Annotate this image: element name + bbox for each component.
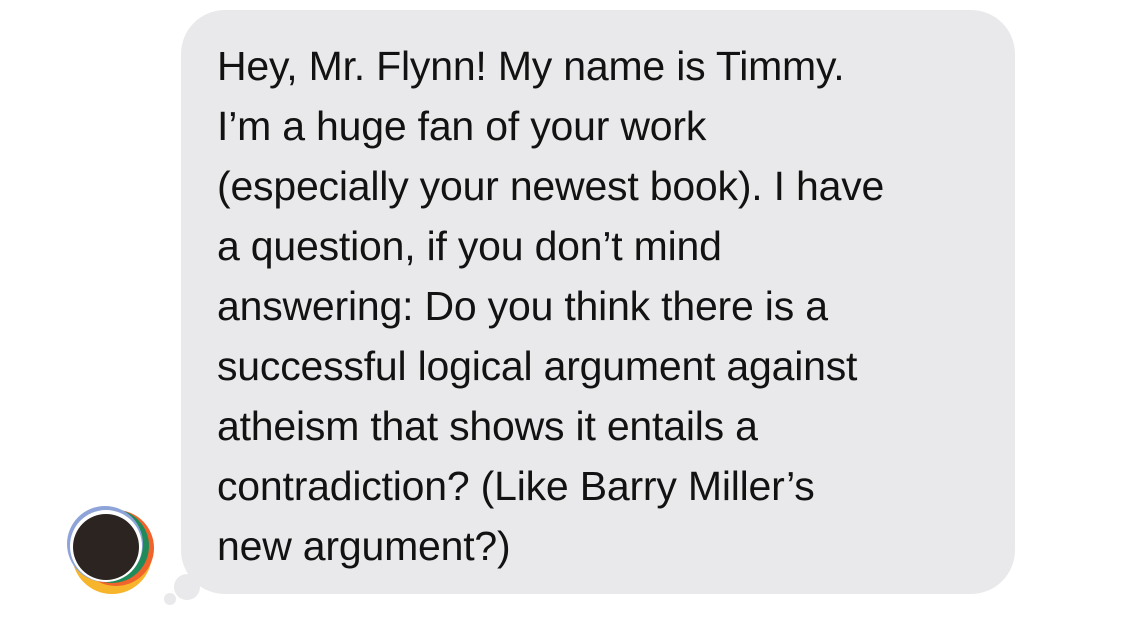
received-message-bubble[interactable]: Hey, Mr. Flynn! My name is Timmy. I’m a … bbox=[181, 10, 1015, 594]
message-text: Hey, Mr. Flynn! My name is Timmy. I’m a … bbox=[217, 43, 885, 569]
message-thread: Hey, Mr. Flynn! My name is Timmy. I’m a … bbox=[0, 0, 1125, 620]
contact-avatar-icon[interactable] bbox=[60, 500, 156, 596]
avatar-graphic bbox=[67, 506, 154, 594]
avatar-core bbox=[73, 514, 139, 580]
bubble-tail-dot bbox=[164, 593, 176, 605]
bubble-tail bbox=[174, 574, 200, 600]
